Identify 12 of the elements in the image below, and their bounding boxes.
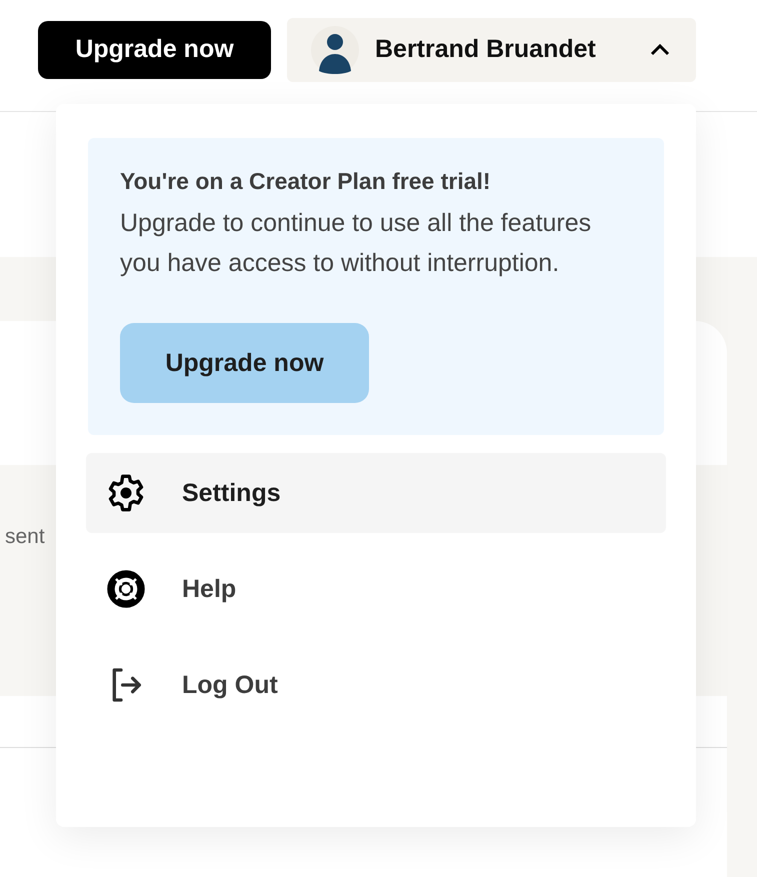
lifebuoy-icon [106,569,146,609]
menu-item[interactable]: Help [86,549,666,629]
menu-item[interactable]: Log Out [86,645,666,725]
settings-icon [106,473,146,513]
upgrade-button[interactable]: Upgrade now [120,323,369,403]
user-menu-button[interactable]: Bertrand Bruandet [287,18,696,82]
snippet-text: sent [5,525,45,548]
avatar-icon [311,26,359,74]
upgrade-button[interactable]: Upgrade now [38,20,271,78]
menu-item[interactable]: Settings [86,453,666,533]
banner-title: You're on a Creator Plan free trial! [120,168,491,195]
banner-text: Upgrade to continue to use all the features you have access to without interruption. [120,208,592,279]
